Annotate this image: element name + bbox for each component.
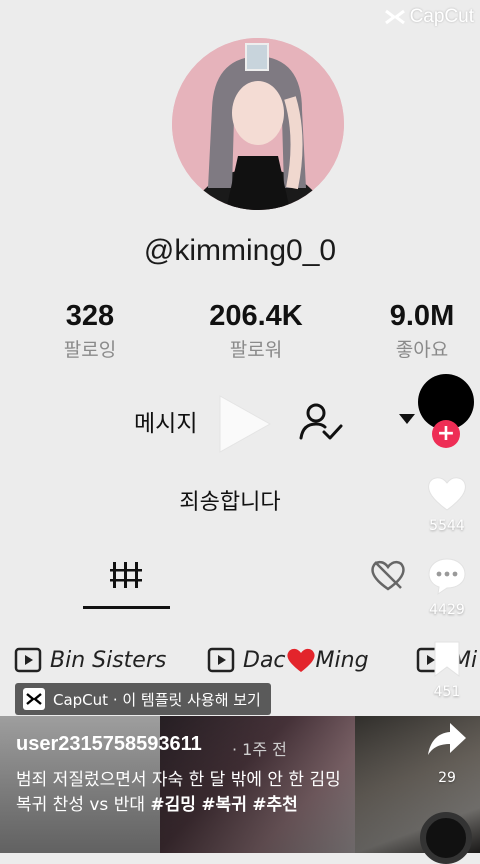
playlist-icon	[14, 647, 42, 673]
avatar-portrait-illustration	[172, 38, 344, 210]
stat-likes-label: 좋아요	[395, 339, 449, 361]
bookmark-icon	[434, 641, 460, 677]
apology-text: 죄송합니다	[179, 490, 281, 515]
capcut-template-chip[interactable]: CapCut · 이 템플릿 사용해 보기	[15, 683, 271, 715]
comment-count: 4429	[429, 602, 465, 618]
hashtag[interactable]: #김밍	[150, 795, 196, 815]
capcut-chip-logo-icon	[23, 688, 45, 710]
music-disc-icon[interactable]	[420, 812, 472, 864]
playlist-name-suffix: Ming	[315, 647, 369, 673]
share-arrow-icon	[428, 723, 466, 755]
stat-followers[interactable]: 206.4K 팔로워	[181, 300, 331, 362]
active-tab-underline	[83, 606, 170, 609]
liked-hidden-tab-icon[interactable]	[369, 558, 407, 592]
watermark-label: CapCut	[409, 6, 474, 27]
stat-following[interactable]: 328 팔로잉	[15, 300, 165, 362]
playlist-name: Bin Sisters	[50, 647, 167, 673]
stat-following-value: 328	[65, 300, 115, 332]
capcut-logo-icon	[384, 9, 405, 25]
stat-followers-value: 206.4K	[209, 300, 303, 332]
playlist-icon	[207, 647, 235, 673]
following-check-icon[interactable]	[298, 402, 344, 442]
heart-icon	[428, 477, 466, 511]
playlist-name-prefix: Dac	[243, 647, 286, 673]
video-time-ago: · 1주 전	[232, 740, 287, 759]
profile-avatar[interactable]	[172, 38, 344, 210]
share-action[interactable]: 29	[418, 720, 476, 786]
profile-handle: @kimming0_0	[143, 234, 337, 267]
playlist-item[interactable]: Dac Ming	[207, 646, 369, 674]
playlist-item[interactable]: Bin Sisters	[14, 646, 166, 674]
follow-plus-icon[interactable]: +	[432, 420, 460, 448]
video-caption: 범죄 저질렀으면서 자숙 한 달 밖에 안 한 김밍 복귀 찬성 vs 반대 #…	[16, 768, 356, 818]
save-action[interactable]: 451	[418, 640, 476, 700]
capcut-chip-label: CapCut · 이 템플릿 사용해 보기	[53, 690, 261, 709]
like-action[interactable]: 5544	[418, 474, 476, 534]
stat-likes[interactable]: 9.0M 좋아요	[347, 300, 480, 362]
videos-grid-tab-icon[interactable]	[110, 560, 142, 590]
comment-action[interactable]: 4429	[418, 556, 476, 618]
save-count: 451	[433, 684, 461, 700]
dropdown-caret-icon[interactable]	[398, 413, 416, 425]
playlist-row: Bin Sisters Dac Ming Mi	[0, 646, 480, 686]
stat-following-label: 팔로잉	[63, 339, 117, 361]
share-count: 29	[438, 770, 456, 786]
red-heart-icon	[286, 648, 315, 672]
video-author-username[interactable]: user2315758593611	[16, 733, 202, 756]
message-button[interactable]: 메시지	[134, 404, 197, 438]
capcut-watermark: CapCut	[384, 6, 474, 28]
stat-followers-label: 팔로워	[229, 339, 283, 361]
stat-likes-value: 9.0M	[389, 300, 455, 332]
like-count: 5544	[429, 518, 465, 534]
play-icon[interactable]	[214, 392, 274, 456]
hashtag[interactable]: #추천	[252, 795, 298, 815]
hashtag[interactable]: #복귀	[201, 795, 247, 815]
comment-bubble-icon	[428, 558, 466, 596]
